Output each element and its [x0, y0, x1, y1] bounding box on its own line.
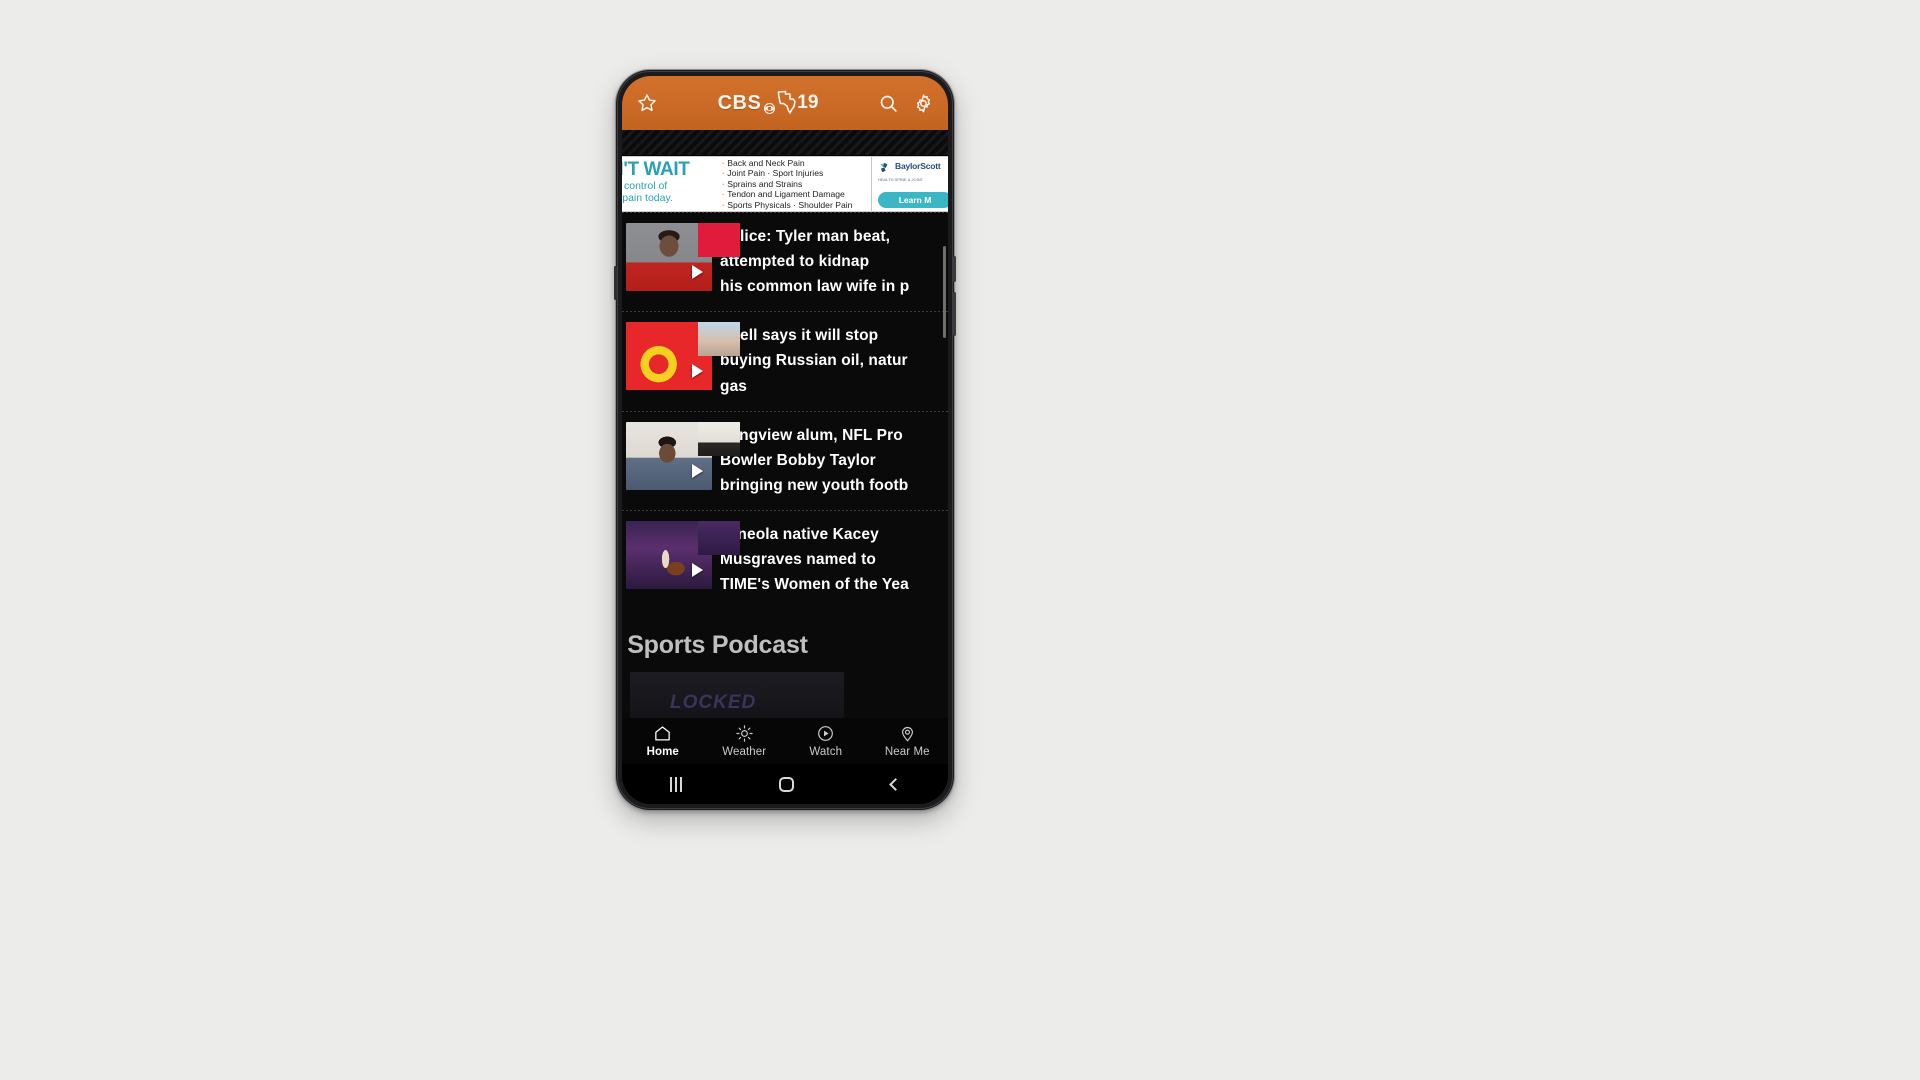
- thumbnail-accent-block: [698, 223, 740, 257]
- story-thumbnail[interactable]: [626, 520, 740, 589]
- tab-home[interactable]: Home: [622, 724, 704, 758]
- tab-near-me[interactable]: Near Me: [867, 724, 949, 758]
- news-story-item[interactable]: Mineola native Kacey Musgraves named to …: [622, 511, 948, 609]
- bottom-tab-bar: Home Weather Watch Near Me: [622, 718, 948, 764]
- ad-subline-2: ur pain today.: [622, 192, 673, 204]
- tab-weather-label: Weather: [722, 746, 767, 758]
- tab-watch[interactable]: Watch: [785, 724, 867, 758]
- play-icon[interactable]: [692, 463, 703, 478]
- podcast-section-heading: al Sports Podcast: [622, 631, 808, 659]
- texas-state-icon: [775, 90, 797, 114]
- news-feed-inner: Police: Tyler man beat, attempted to kid…: [622, 212, 948, 609]
- recents-icon[interactable]: [670, 776, 683, 792]
- podcast-section-artwork[interactable]: LOCKED: [630, 672, 844, 718]
- phone-power-button[interactable]: [953, 256, 956, 282]
- vertical-scrollbar[interactable]: [943, 246, 946, 338]
- ad-list-item: · Sprains and Strains: [722, 178, 803, 189]
- gear-icon[interactable]: [913, 93, 934, 114]
- ad-subline-1: ke control of: [622, 180, 668, 192]
- story-thumbnail[interactable]: [626, 223, 740, 291]
- play-circle-icon: [816, 724, 835, 743]
- home-square-icon[interactable]: [778, 776, 794, 792]
- ad-learn-more-button[interactable]: Learn M: [878, 192, 948, 208]
- thumbnail-accent-block: [698, 322, 740, 357]
- search-icon[interactable]: [878, 93, 899, 114]
- play-icon[interactable]: [692, 364, 703, 379]
- news-story-item[interactable]: Longview alum, NFL Pro Bowler Bobby Tayl…: [622, 412, 948, 510]
- sun-icon: [735, 724, 754, 743]
- star-icon[interactable]: [636, 92, 658, 114]
- story-thumbnail[interactable]: [626, 421, 740, 490]
- news-feed[interactable]: Police: Tyler man beat, attempted to kid…: [622, 212, 948, 718]
- play-icon[interactable]: [692, 265, 703, 279]
- ad-left-copy: N'T WAIT ke control of ur pain today.: [622, 157, 716, 211]
- advertiser-name: BaylorScott: [895, 161, 941, 171]
- phone-volume-button[interactable]: [614, 266, 617, 300]
- baylor-scott-logo-icon: [878, 161, 892, 175]
- story-thumbnail[interactable]: [626, 322, 740, 391]
- story-headline: Mineola native Kacey Musgraves named to …: [720, 525, 909, 594]
- advertiser-tagline: HEALTH SPINE & JOINT: [878, 177, 924, 182]
- story-headline: Shell says it will stop buying Russian o…: [720, 327, 908, 395]
- ad-list-item: · Joint Pain · Sport Injuries: [722, 168, 824, 179]
- phone-screen: CBS 19 'T WAIT control of pain today. · …: [622, 76, 948, 804]
- ad-service-list: · Back and Neck Pain · Joint Pain · Spor…: [716, 157, 872, 211]
- ad-list-item-label: Back and Neck Pain: [727, 157, 805, 168]
- advertiser-brandrow: BaylorScott: [878, 161, 948, 175]
- ad-advertiser-block: BaylorScott HEALTH SPINE & JOINT Learn M: [872, 157, 948, 211]
- screenshot-canvas: CBS 19 'T WAIT control of pain today. · …: [0, 0, 1920, 1080]
- ad-placeholder-hatch: [622, 130, 948, 156]
- app-header-bar: CBS 19: [622, 76, 948, 130]
- thumbnail-accent-block: [698, 520, 740, 555]
- tab-near-me-label: Near Me: [884, 746, 930, 758]
- play-icon[interactable]: [692, 562, 703, 577]
- ad-list-item: · Tendon and Ligament Damage: [722, 189, 845, 200]
- appbar-actions: [878, 93, 934, 114]
- story-headline: Longview alum, NFL Pro Bowler Bobby Tayl…: [720, 426, 909, 494]
- phone-volume-rocker[interactable]: [953, 292, 956, 336]
- ad-list-item-label: Joint Pain · Sport Injuries: [727, 168, 824, 179]
- android-system-nav-bar: [622, 764, 948, 804]
- home-icon: [653, 724, 672, 743]
- news-story-item[interactable]: Police: Tyler man beat, attempted to kid…: [622, 213, 948, 311]
- ad-list-item-label: Sprains and Strains: [727, 178, 803, 189]
- tab-watch-label: Watch: [809, 746, 843, 758]
- ad-headline: N'T WAIT: [622, 159, 690, 180]
- news-story-item[interactable]: Shell says it will stop buying Russian o…: [622, 312, 948, 410]
- tab-home-label: Home: [646, 746, 679, 758]
- ad-list-item: · Back and Neck Pain: [722, 157, 805, 168]
- logo-cbs-text: CBS: [717, 91, 762, 114]
- ad-list-item-label: Sports Physicals · Shoulder Pain: [727, 199, 853, 210]
- story-headline: Police: Tyler man beat, attempted to kid…: [720, 228, 910, 296]
- podcast-artwork-text: LOCKED: [670, 692, 757, 713]
- cbs19-logo[interactable]: CBS 19: [717, 90, 819, 115]
- ad-list-item: · Sports Physicals · Shoulder Pain: [722, 199, 853, 210]
- back-chevron-icon[interactable]: [888, 777, 902, 791]
- ad-banner-container: N'T WAIT ke control of ur pain today. · …: [622, 156, 948, 212]
- logo-19-text: 19: [797, 92, 819, 113]
- phone-device-frame: CBS 19 'T WAIT control of pain today. · …: [614, 70, 956, 810]
- tab-weather[interactable]: Weather: [704, 724, 786, 758]
- location-pin-icon: [898, 724, 917, 743]
- ad-banner[interactable]: N'T WAIT ke control of ur pain today. · …: [622, 156, 948, 212]
- thumbnail-accent-block: [698, 421, 740, 456]
- ad-list-item-label: Tendon and Ligament Damage: [727, 189, 845, 200]
